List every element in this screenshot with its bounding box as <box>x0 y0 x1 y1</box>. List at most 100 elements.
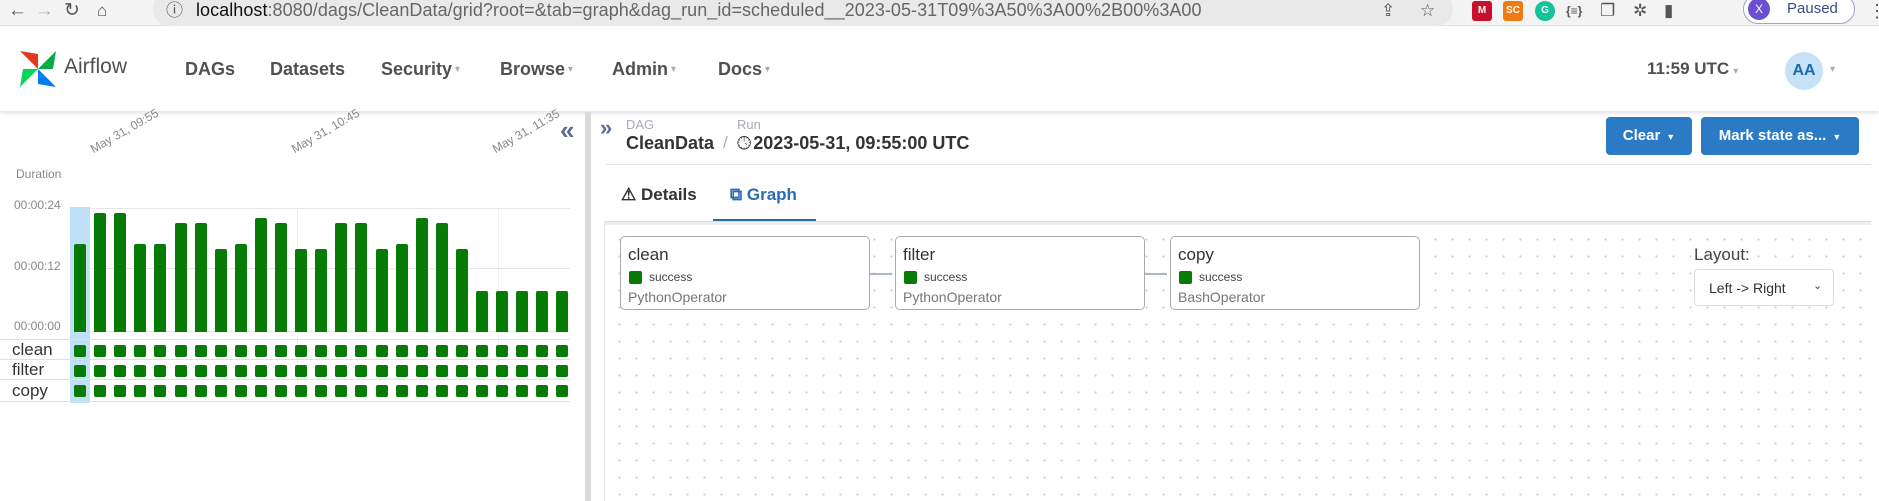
task-node-clean[interactable]: clean success PythonOperator <box>620 236 870 310</box>
task-instance-square-copy[interactable] <box>556 385 568 397</box>
task-instance-square-filter[interactable] <box>295 365 307 377</box>
task-instance-square-clean[interactable] <box>456 345 468 357</box>
task-instance-square-copy[interactable] <box>335 385 347 397</box>
duration-bar[interactable] <box>195 223 207 332</box>
task-instance-square-copy[interactable] <box>154 385 166 397</box>
task-instance-square-filter[interactable] <box>134 365 146 377</box>
forward-icon[interactable]: → <box>35 1 54 21</box>
task-instance-square-filter[interactable] <box>456 365 468 377</box>
home-icon[interactable]: ⌂ <box>97 1 107 21</box>
duration-bar[interactable] <box>556 291 568 332</box>
task-instance-square-filter[interactable] <box>114 365 126 377</box>
task-instance-square-filter[interactable] <box>74 365 86 377</box>
task-instance-square-clean[interactable] <box>295 345 307 357</box>
duration-bar[interactable] <box>376 249 388 332</box>
airflow-logo[interactable] <box>16 47 60 96</box>
task-instance-square-copy[interactable] <box>175 385 187 397</box>
user-avatar[interactable]: AA <box>1785 52 1823 90</box>
duration-bar[interactable] <box>496 291 508 332</box>
task-instance-square-copy[interactable] <box>315 385 327 397</box>
task-instance-square-clean[interactable] <box>416 345 428 357</box>
layout-select[interactable]: Left -> Right ⌄ <box>1694 269 1834 306</box>
task-instance-square-clean[interactable] <box>215 345 227 357</box>
task-instance-square-filter[interactable] <box>275 365 287 377</box>
task-instance-square-copy[interactable] <box>536 385 548 397</box>
duration-bar[interactable] <box>396 244 408 332</box>
task-instance-square-copy[interactable] <box>496 385 508 397</box>
extensions-puzzle-icon[interactable]: ✲ <box>1633 1 1647 21</box>
task-instance-square-clean[interactable] <box>376 345 388 357</box>
back-icon[interactable]: ← <box>8 1 27 21</box>
panel-resize-handle[interactable] <box>585 112 591 501</box>
menu-datasets[interactable]: Datasets <box>270 58 345 80</box>
task-instance-square-clean[interactable] <box>556 345 568 357</box>
mendeley-extension-icon[interactable]: M <box>1472 1 1492 21</box>
chevron-down-icon[interactable]: ▾ <box>1830 64 1835 75</box>
task-instance-square-clean[interactable] <box>74 345 86 357</box>
grammarly-extension-icon[interactable]: G <box>1535 1 1555 21</box>
task-instance-square-filter[interactable] <box>315 365 327 377</box>
task-instance-square-filter[interactable] <box>476 365 488 377</box>
duration-bar[interactable] <box>215 249 227 332</box>
timezone-clock[interactable]: 11:59 UTC ▾ <box>1647 58 1738 83</box>
menu-dags[interactable]: DAGs <box>185 58 235 80</box>
task-instance-square-filter[interactable] <box>195 365 207 377</box>
duration-bar[interactable] <box>355 223 367 332</box>
site-info-icon[interactable]: ⓘ <box>166 1 183 21</box>
menu-browse[interactable]: Browse ▾ <box>500 58 573 81</box>
task-instance-square-copy[interactable] <box>195 385 207 397</box>
duration-bar[interactable] <box>516 291 528 332</box>
task-instance-square-copy[interactable] <box>255 385 267 397</box>
tab-details[interactable]: ⚠ Details <box>621 184 697 206</box>
clear-button[interactable]: Clear ▼ <box>1606 117 1692 155</box>
duration-bar[interactable] <box>255 218 267 332</box>
task-instance-square-clean[interactable] <box>396 345 408 357</box>
task-instance-square-copy[interactable] <box>456 385 468 397</box>
task-instance-square-copy[interactable] <box>396 385 408 397</box>
task-instance-square-clean[interactable] <box>355 345 367 357</box>
task-instance-square-filter[interactable] <box>416 365 428 377</box>
task-instance-square-copy[interactable] <box>114 385 126 397</box>
task-instance-square-filter[interactable] <box>436 365 448 377</box>
duration-bar[interactable] <box>154 244 166 332</box>
browser-menu-icon[interactable]: ⋮ <box>1868 1 1879 21</box>
task-instance-square-clean[interactable] <box>235 345 247 357</box>
task-instance-square-filter[interactable] <box>175 365 187 377</box>
task-instance-square-clean[interactable] <box>516 345 528 357</box>
task-instance-square-copy[interactable] <box>235 385 247 397</box>
task-instance-square-filter[interactable] <box>396 365 408 377</box>
sidepanel-icon[interactable]: ▮ <box>1664 1 1673 21</box>
duration-bar[interactable] <box>275 223 287 332</box>
task-instance-square-clean[interactable] <box>255 345 267 357</box>
task-instance-square-filter[interactable] <box>94 365 106 377</box>
copy-extension-icon[interactable]: ❐ <box>1600 1 1615 21</box>
duration-bar[interactable] <box>536 291 548 332</box>
task-instance-square-clean[interactable] <box>476 345 488 357</box>
sc-extension-icon[interactable]: SC <box>1503 1 1523 21</box>
task-instance-square-copy[interactable] <box>215 385 227 397</box>
task-instance-square-copy[interactable] <box>134 385 146 397</box>
duration-bar[interactable] <box>476 291 488 332</box>
duration-bar[interactable] <box>335 223 347 332</box>
breadcrumb-dag[interactable]: CleanData <box>626 132 714 154</box>
task-instance-square-clean[interactable] <box>154 345 166 357</box>
task-instance-square-clean[interactable] <box>315 345 327 357</box>
task-node-copy[interactable]: copy success BashOperator <box>1170 236 1420 310</box>
menu-admin[interactable]: Admin ▾ <box>612 58 676 81</box>
url-text[interactable]: localhost:8080/dags/CleanData/grid?root=… <box>196 0 1202 20</box>
task-instance-square-copy[interactable] <box>416 385 428 397</box>
mark-state-button[interactable]: Mark state as... ▼ <box>1701 117 1859 155</box>
task-instance-square-copy[interactable] <box>295 385 307 397</box>
task-node-filter[interactable]: filter success PythonOperator <box>895 236 1145 310</box>
task-instance-square-filter[interactable] <box>536 365 548 377</box>
task-instance-square-clean[interactable] <box>536 345 548 357</box>
task-instance-square-clean[interactable] <box>335 345 347 357</box>
duration-bar[interactable] <box>175 223 187 332</box>
task-instance-square-copy[interactable] <box>516 385 528 397</box>
duration-bar[interactable] <box>416 218 428 332</box>
duration-bar[interactable] <box>315 249 327 332</box>
duration-bar[interactable] <box>456 249 468 332</box>
duration-bar[interactable] <box>295 249 307 332</box>
bookmark-star-icon[interactable]: ☆ <box>1420 1 1435 21</box>
task-label-copy[interactable]: copy <box>12 381 48 401</box>
